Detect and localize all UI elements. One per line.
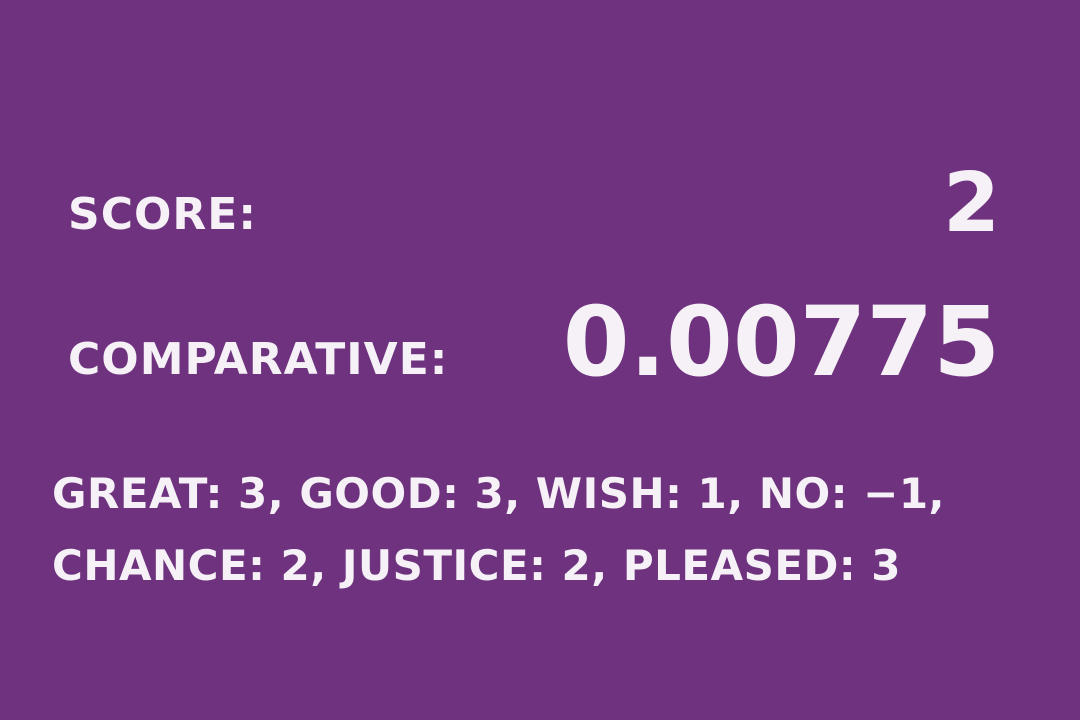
comparative-label: COMPARATIVE: (68, 334, 449, 385)
comparative-row: COMPARATIVE: 0.00775 (68, 285, 1000, 390)
score-label: SCORE: (68, 189, 257, 240)
comparative-value: 0.00775 (562, 286, 1000, 398)
score-row: SCORE: 2 (68, 150, 1000, 245)
word-scores-line-2: CHANCE: 2, JUSTICE: 2, PLEASED: 3 (52, 541, 902, 590)
score-value: 2 (942, 156, 1000, 251)
word-scores: GREAT: 3, GOOD: 3, WISH: 1, NO: −1, CHAN… (52, 458, 1030, 602)
word-scores-line-1: GREAT: 3, GOOD: 3, WISH: 1, NO: −1, (52, 469, 945, 518)
